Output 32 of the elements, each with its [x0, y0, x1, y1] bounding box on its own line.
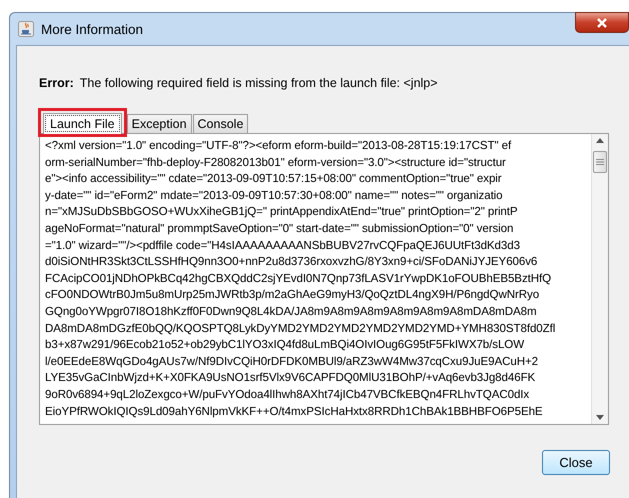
error-label: Error:	[39, 76, 74, 90]
text-line: y-date="" id="eForm2" mdate="2013-09-09T10:57:30+08:00" name="" notes="" organizatio	[45, 188, 503, 204]
text-line: b3+x87w291/96Ecob21o52+ob29ybC1lYO3xIQ4fd8uLmBQi4OIvIOug6G95tF5FkIWX7b/sLOW	[45, 337, 524, 354]
text-line: GQng0oYWpgr07I8O18hKzff0F0Dwn9Q8L4kDA/JA8m9A8m9A8m9A8m9A8m9A8mDA8mDA8m	[45, 304, 537, 320]
error-message: The following required field is missing from the launch file: <jnlp>	[80, 76, 438, 90]
text-line: DA8mDA8mDGzfE0bQQ/KQOSPTQ8LykDyYMD2YMD2YMD2YMD2YMD2YMD+YMH830ST8fd0Zfl	[45, 320, 556, 337]
text-line: e"><info accessibility="" cdate="2013-09-09T10:57:15+08:00" commentOption="true" expir	[45, 171, 502, 188]
tab[interactable]: Exception	[126, 114, 192, 133]
text-area[interactable]	[39, 133, 609, 425]
scroll-thumb[interactable]	[593, 151, 607, 173]
down-arrow-icon[interactable]	[596, 415, 604, 420]
grip-icon	[596, 159, 604, 165]
coffee-cup-icon	[18, 21, 34, 37]
text-line: d0iSiONtHR3Skt3CtLSSHfHQ9nn3O0+nnP2u8d3736rxoxvzhG/8Y3xn9+ci/SFoDANiJYJEY606v6	[45, 254, 538, 270]
up-arrow-icon[interactable]	[596, 138, 604, 143]
tab[interactable]: Launch File	[43, 113, 122, 134]
text-line: n="xMJSuDbSBbGOSO+WUxXiheGB1jQ=" printAppendixAtEnd="true" printOption="2" printP	[45, 204, 518, 220]
text-line: cFO0NDOWtrB0Jm5u8mUrp25mJWRtb3p/m2aGhAeG9myH3/QoQztDL4ngX9H/P6ngdQwNrRyo	[45, 287, 540, 304]
tab[interactable]: Console	[192, 114, 248, 133]
text-line: EioYPfRWOkIQIQs9Ld09ahY6NlpmVkKF++O/t4mxPSIcHaHxtx8RRDh1ChBAk1BBHBFO6P5EhE	[45, 404, 543, 420]
close-button[interactable]: Close	[542, 450, 610, 475]
text-line: 9oR0v6894+9qL2loZexgco+W/puFvYOdoa4lIhwh8AXht74jICb47VBCfkEBQn4FRLhvTQAC0dIx	[45, 386, 530, 403]
text-line: orm-serialNumber="fhb-deploy-F28082013b01" eform-version="3.0"><structure id="structur	[45, 154, 506, 171]
text-line: ageNoFormat="natural" prommptSaveOption="0" start-date="" submissionOption="0" version	[45, 220, 514, 237]
text-line: FCAcipCO01jNDhOPkBCq42hgCBXQddC2sjYEvdI0N7Qnp73fLASV1rYwpDK1oFOUBhEB5BztHfQ	[45, 270, 552, 287]
scrollbar[interactable]	[591, 134, 608, 424]
text-line: LYE35vGaCInbWjzd+K+X0FKA9UsNO1srf5Vlx9V6CAPFDQ0MlU31BOhP/+vAq6evb3Jg8d46FK	[45, 370, 536, 386]
text-line: <?xml version="1.0" encoding="UTF-8"?><eform eform-build="2013-08-28T15:19:17CST" ef	[45, 138, 512, 154]
text-line: l/e0EEdeE8WqGDo4gAUs7w/Nf9DIvCQiH0rDFDK0MBUl9/aRZ3wW4Mw37cqCxu9JuE9ACuH+2	[45, 354, 538, 370]
text-line: ="1.0" wizard=""/><pdffile code="H4sIAAAAAAAAANSbBUBV27rvCQFpaQEJ6UUtFt3dKd3d3	[45, 238, 520, 254]
close-icon[interactable]	[575, 12, 629, 33]
window-title: More Information	[41, 22, 144, 36]
